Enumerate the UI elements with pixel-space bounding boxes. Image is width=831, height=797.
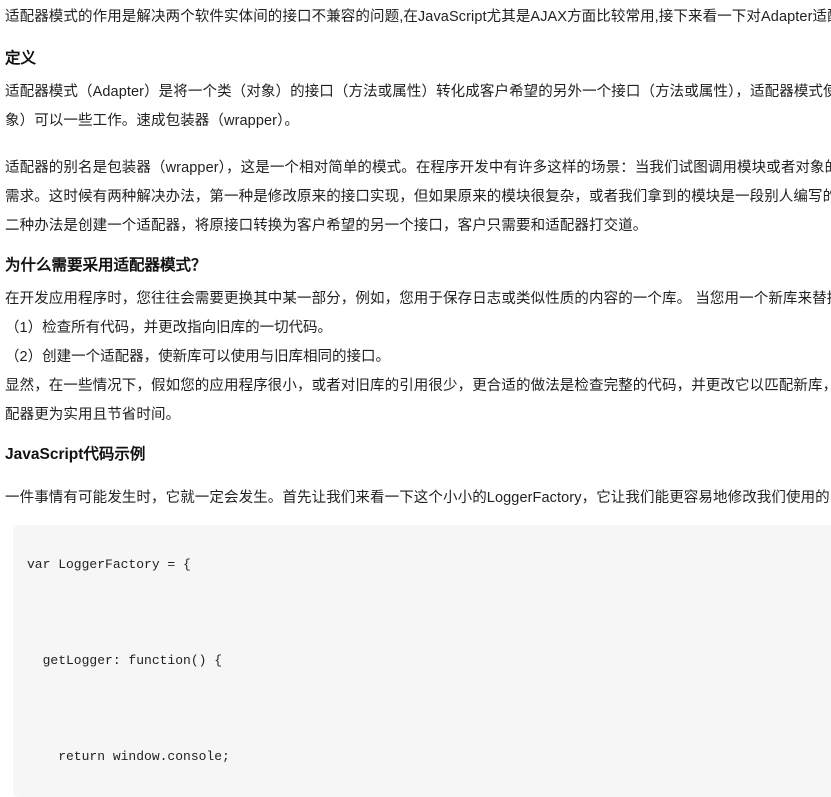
why-adapter-paragraph: 在开发应用程序时，您往往会需要更换其中某一部分，例如，您用于保存日志或类似性质的… — [5, 291, 831, 307]
list-item: （2）创建一个适配器，使新库可以使用与旧库相同的接口。 — [5, 349, 391, 365]
section-heading-why-adapter: 为什么需要采用适配器模式？ — [5, 257, 207, 274]
definition-paragraph-2: 适配器的别名是包装器（wrapper），这是一个相对简单的模式。在程序开发中有许… — [5, 160, 831, 234]
definition-paragraph-1: 适配器模式（Adapter）是将一个类（对象）的接口（方法或属性）转化成客户希望… — [5, 84, 831, 129]
section-heading-definition: 定义 — [5, 50, 37, 67]
why-adapter-closing-paragraph: 显然，在一些情况下，假如您的应用程序很小，或者对旧库的引用很少，更合适的做法是检… — [5, 378, 831, 423]
article-body: 适配器模式的作用是解决两个软件实体间的接口不兼容的问题,在JavaScript尤… — [0, 0, 831, 797]
section-heading-js-code-example: JavaScript代码示例 — [5, 446, 146, 463]
intro-paragraph: 适配器模式的作用是解决两个软件实体间的接口不兼容的问题,在JavaScript尤… — [5, 9, 831, 25]
code-example-paragraph: 一件事情有可能发生时，它就一定会发生。首先让我们来看一下这个小小的LoggerF… — [5, 490, 831, 506]
code-block-logger-factory[interactable]: var LoggerFactory = { getLogger: functio… — [13, 525, 831, 797]
list-item: （1）检查所有代码，并更改指向旧库的一切代码。 — [5, 320, 333, 336]
